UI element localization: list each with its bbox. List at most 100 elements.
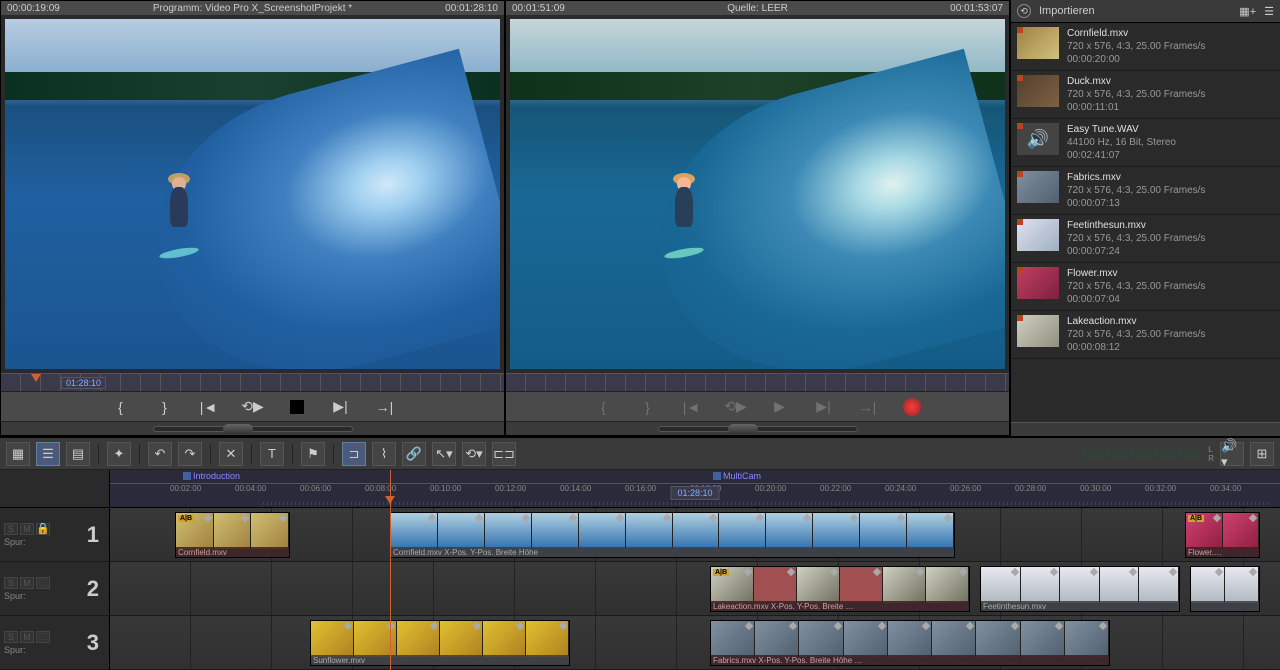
import-item[interactable]: Cornfield.mxv720 x 576, 4:3, 25.00 Frame… bbox=[1011, 23, 1280, 71]
src-next-button[interactable]: →| bbox=[856, 395, 880, 419]
import-item[interactable]: 🔊Easy Tune.WAV44100 Hz, 16 Bit, Stereo00… bbox=[1011, 119, 1280, 167]
marker-intro[interactable]: Introduction bbox=[180, 471, 243, 481]
program-position[interactable]: 01:28:10 bbox=[61, 377, 106, 389]
import-list[interactable]: Cornfield.mxv720 x 576, 4:3, 25.00 Frame… bbox=[1011, 23, 1280, 422]
undo-button[interactable]: ↶ bbox=[148, 442, 172, 466]
marker-row[interactable]: Introduction MultiCam bbox=[110, 470, 1280, 484]
refresh-icon[interactable]: ⟲ bbox=[1017, 4, 1031, 18]
source-zoom-bar bbox=[506, 421, 1009, 435]
stop-button[interactable] bbox=[285, 395, 309, 419]
src-loop-play-button[interactable]: ⟲▶ bbox=[724, 395, 748, 419]
import-scrollbar[interactable] bbox=[1011, 422, 1280, 436]
track-header-1[interactable]: SM🔒 Spur: 1 bbox=[0, 508, 109, 562]
goto-start-button[interactable]: |◄ bbox=[197, 395, 221, 419]
mark-out-button[interactable]: } bbox=[153, 395, 177, 419]
clip-duration: 00:00:11:01 bbox=[1067, 101, 1205, 114]
record-button[interactable] bbox=[900, 395, 924, 419]
mixer-button[interactable]: ⊞ bbox=[1250, 442, 1274, 466]
add-import-icon[interactable]: ▦+ bbox=[1239, 5, 1256, 18]
import-item[interactable]: Flower.mxv720 x 576, 4:3, 25.00 Frames/s… bbox=[1011, 263, 1280, 311]
clip-cornfield-fx[interactable]: Cornfield.mxv X-Pos. Y-Pos. Breite Höhe bbox=[390, 512, 955, 558]
volume-button[interactable]: 🔊▾ bbox=[1220, 442, 1244, 466]
src-mark-out-button[interactable]: } bbox=[636, 395, 660, 419]
clip-sunflower[interactable]: Sunflower.mxv bbox=[310, 620, 570, 666]
track-3-lane[interactable]: Sunflower.mxv Fabrics.mxv X-Pos. Y-Pos. … bbox=[110, 616, 1280, 670]
cursor-tool-button[interactable]: ↖▾ bbox=[432, 442, 456, 466]
track-lock-button[interactable]: ⬚ bbox=[36, 577, 50, 589]
film-button[interactable]: ✦ bbox=[107, 442, 131, 466]
clip-meta: 720 x 576, 4:3, 25.00 Frames/s bbox=[1067, 328, 1205, 341]
track-number: 2 bbox=[87, 576, 99, 602]
clip-track2-end[interactable] bbox=[1190, 566, 1260, 612]
track-mute-button[interactable]: M bbox=[20, 577, 34, 589]
clip-flower[interactable]: A|B Flower.… bbox=[1185, 512, 1260, 558]
view-list-button[interactable]: ☰ bbox=[36, 442, 60, 466]
clip-duration: 00:00:07:24 bbox=[1067, 245, 1205, 258]
playhead-line[interactable] bbox=[390, 470, 391, 670]
clip-name: Flower.mxv bbox=[1067, 267, 1205, 280]
clip-feetinthesun[interactable]: Feetinthesun.mxv bbox=[980, 566, 1180, 612]
activity-meter bbox=[1082, 449, 1202, 459]
clip-lakeaction[interactable]: A|B Lakeaction.mxv X-Pos. Y-Pos. Breite … bbox=[710, 566, 970, 612]
marker-button[interactable]: ⚑ bbox=[301, 442, 325, 466]
program-header: 00:00:19:09 Programm: Video Pro X_Screen… bbox=[1, 1, 504, 15]
clip-thumbnail bbox=[1017, 315, 1059, 347]
track-mute-button[interactable]: M bbox=[20, 523, 34, 535]
chain-button[interactable]: 🔗 bbox=[402, 442, 426, 466]
source-ruler[interactable] bbox=[506, 373, 1009, 391]
ab-badge: A|B bbox=[713, 569, 729, 576]
clip-meta: 720 x 576, 4:3, 25.00 Frames/s bbox=[1067, 40, 1205, 53]
import-menu-icon[interactable]: ☰ bbox=[1264, 5, 1274, 18]
ab-badge: A|B bbox=[1188, 515, 1204, 522]
track-lock-button[interactable]: 🔒 bbox=[36, 523, 50, 535]
snap-button[interactable]: ⊐ bbox=[342, 442, 366, 466]
track-header-2[interactable]: SM⬚ Spur: 2 bbox=[0, 562, 109, 616]
goto-end-button[interactable]: ▶| bbox=[329, 395, 353, 419]
src-play-button[interactable]: ▶ bbox=[768, 395, 792, 419]
track-label: Spur: bbox=[4, 537, 50, 547]
program-viewport[interactable] bbox=[5, 19, 500, 369]
import-item[interactable]: Feetinthesun.mxv720 x 576, 4:3, 25.00 Fr… bbox=[1011, 215, 1280, 263]
view-scene-button[interactable]: ▤ bbox=[66, 442, 90, 466]
timeline-tracks-area[interactable]: Introduction MultiCam 00:02:0000:04:0000… bbox=[110, 470, 1280, 670]
track-solo-button[interactable]: S bbox=[4, 577, 18, 589]
program-zoom-slider[interactable] bbox=[153, 426, 353, 432]
track-lock-button[interactable]: ⬚ bbox=[36, 631, 50, 643]
track-1-lane[interactable]: A|B Cornfield.mxv Cornfield.mxv X-Pos. Y… bbox=[110, 508, 1280, 562]
track-mute-button[interactable]: M bbox=[20, 631, 34, 643]
track-solo-button[interactable]: S bbox=[4, 523, 18, 535]
source-title: Quelle: LEER bbox=[727, 3, 788, 14]
import-header: ⟲ Importieren ▦+ ☰ bbox=[1011, 0, 1280, 23]
import-item[interactable]: Lakeaction.mxv720 x 576, 4:3, 25.00 Fram… bbox=[1011, 311, 1280, 359]
src-mark-in-button[interactable]: { bbox=[592, 395, 616, 419]
group-button[interactable]: ⊏⊐ bbox=[492, 442, 516, 466]
trim-tool-button[interactable]: ⟲▾ bbox=[462, 442, 486, 466]
track-solo-button[interactable]: S bbox=[4, 631, 18, 643]
import-item[interactable]: Fabrics.mxv720 x 576, 4:3, 25.00 Frames/… bbox=[1011, 167, 1280, 215]
clip-thumbnail bbox=[1017, 171, 1059, 203]
marker-multicam[interactable]: MultiCam bbox=[710, 471, 764, 481]
view-grid-button[interactable]: ▦ bbox=[6, 442, 30, 466]
loop-play-button[interactable]: ⟲▶ bbox=[241, 395, 265, 419]
next-button[interactable]: →| bbox=[373, 395, 397, 419]
clip-name: Cornfield.mxv bbox=[1067, 27, 1205, 40]
timeline-position[interactable]: 01:28:10 bbox=[670, 486, 719, 500]
track-header-3[interactable]: SM⬚ Spur: 3 bbox=[0, 616, 109, 670]
src-goto-start-button[interactable]: |◄ bbox=[680, 395, 704, 419]
timecode-ruler[interactable]: 00:02:0000:04:0000:06:0000:08:0000:10:00… bbox=[110, 484, 1280, 508]
source-zoom-slider[interactable] bbox=[658, 426, 858, 432]
clip-fabrics[interactable]: Fabrics.mxv X-Pos. Y-Pos. Breite Höhe … bbox=[710, 620, 1110, 666]
track-2-lane[interactable]: A|B Lakeaction.mxv X-Pos. Y-Pos. Breite … bbox=[110, 562, 1280, 616]
playhead-indicator-icon[interactable] bbox=[31, 374, 41, 382]
redo-button[interactable]: ↷ bbox=[178, 442, 202, 466]
clip-cornfield[interactable]: A|B Cornfield.mxv bbox=[175, 512, 290, 558]
import-item[interactable]: Duck.mxv720 x 576, 4:3, 25.00 Frames/s00… bbox=[1011, 71, 1280, 119]
title-button[interactable]: T bbox=[260, 442, 284, 466]
src-goto-end-button[interactable]: ▶| bbox=[812, 395, 836, 419]
source-viewport[interactable] bbox=[510, 19, 1005, 369]
program-ruler[interactable]: 01:28:10 bbox=[1, 373, 504, 391]
mark-in-button[interactable]: { bbox=[109, 395, 133, 419]
clip-label: Cornfield.mxv X-Pos. Y-Pos. Breite Höhe bbox=[391, 547, 954, 557]
link-button[interactable]: ⌇ bbox=[372, 442, 396, 466]
delete-button[interactable]: ✕ bbox=[219, 442, 243, 466]
